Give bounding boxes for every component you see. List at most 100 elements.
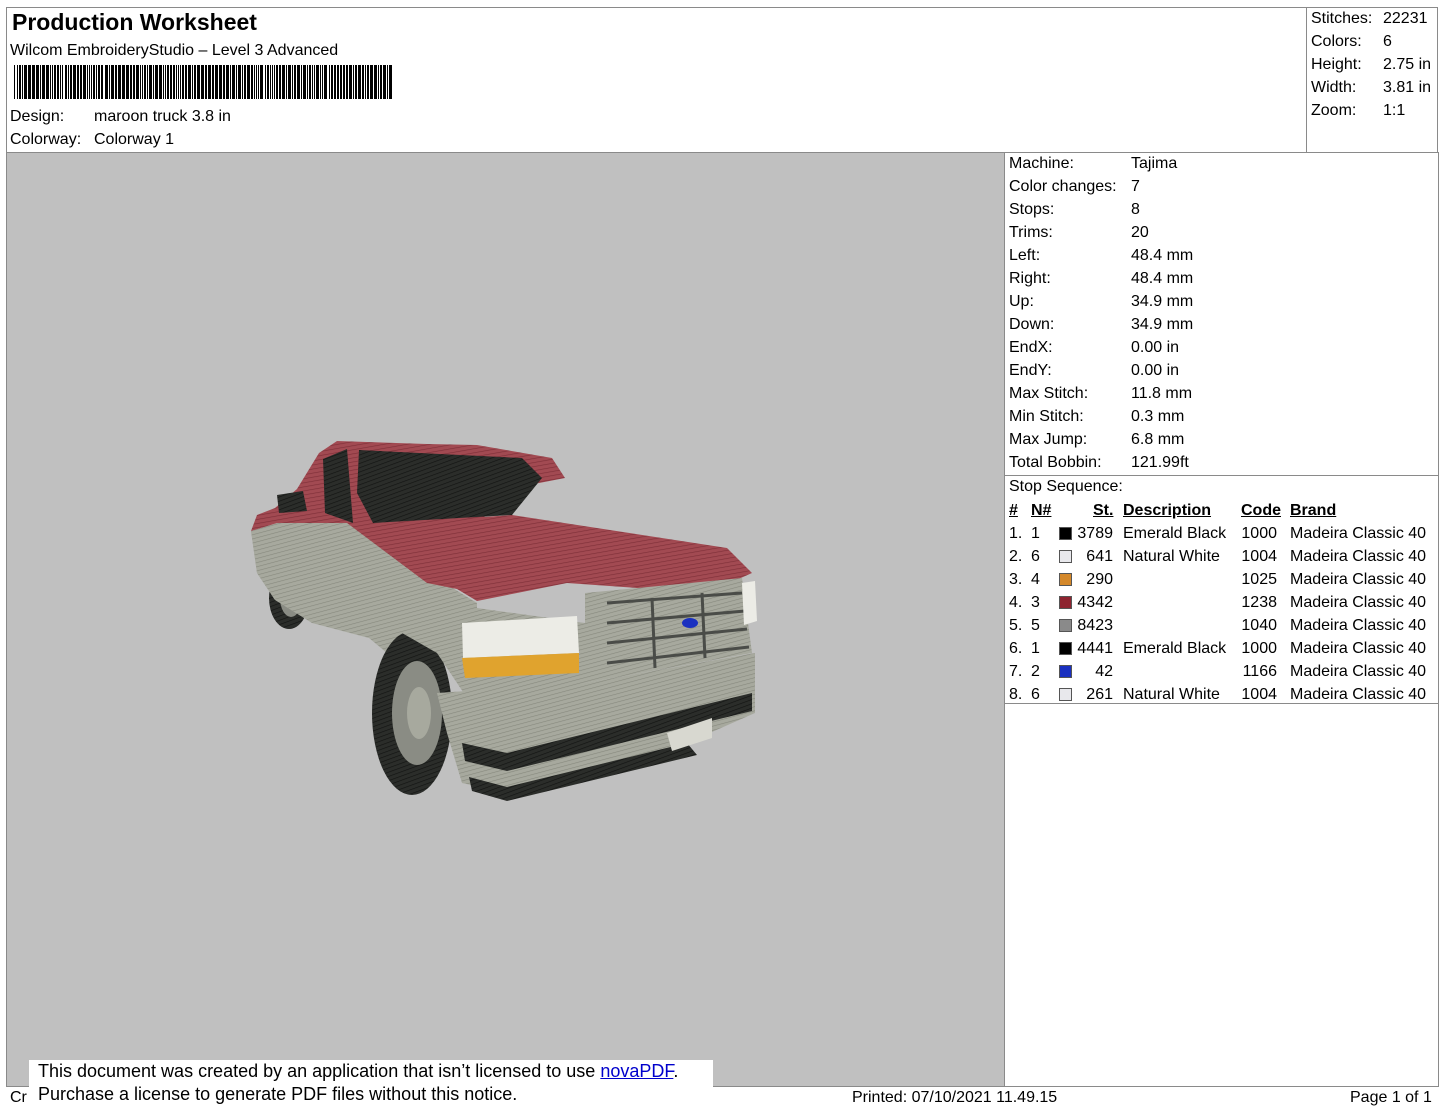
row-number: 3. — [1009, 571, 1023, 588]
col-header-brand: Brand — [1290, 502, 1337, 519]
design-preview-canvas — [6, 152, 1005, 1087]
color-changes-value: 7 — [1131, 178, 1140, 195]
notice-line-2: Purchase a license to generate PDF files… — [38, 1084, 518, 1104]
row-code: 1238 — [1241, 594, 1277, 611]
row-needle: 1 — [1031, 525, 1040, 542]
col-header-description: Description — [1123, 502, 1212, 519]
zoom-label: Zoom: — [1311, 102, 1357, 119]
row-code: 1000 — [1241, 640, 1277, 657]
thread-color-swatch — [1059, 550, 1072, 563]
row-needle: 6 — [1031, 548, 1040, 565]
row-needle: 6 — [1031, 686, 1040, 703]
row-code: 1004 — [1241, 548, 1277, 565]
endy-label: EndY: — [1009, 362, 1052, 379]
design-value: maroon truck 3.8 in — [94, 108, 231, 125]
table-bottom-divider — [1005, 703, 1438, 704]
thread-color-swatch — [1059, 573, 1072, 586]
info-panel: Machine: Tajima Color changes: 7 Stops: … — [1004, 152, 1439, 1087]
machine-label: Machine: — [1009, 155, 1074, 172]
up-label: Up: — [1009, 293, 1034, 310]
thread-color-swatch — [1059, 619, 1072, 632]
row-brand: Madeira Classic 40 — [1290, 571, 1427, 588]
thread-color-swatch — [1059, 642, 1072, 655]
row-code: 1166 — [1242, 663, 1277, 680]
row-stitches: 8423 — [1077, 617, 1113, 634]
row-stitches: 42 — [1095, 663, 1113, 680]
row-brand: Madeira Classic 40 — [1290, 548, 1427, 565]
info-divider — [1005, 475, 1438, 476]
down-value: 34.9 mm — [1131, 316, 1194, 333]
max-stitch-label: Max Stitch: — [1009, 385, 1089, 402]
row-stitches: 3789 — [1077, 525, 1113, 542]
design-label: Design: — [10, 108, 65, 125]
thread-color-swatch — [1059, 596, 1072, 609]
row-stitches: 641 — [1086, 548, 1113, 565]
endx-label: EndX: — [1009, 339, 1053, 356]
width-label: Width: — [1311, 79, 1357, 96]
row-brand: Madeira Classic 40 — [1290, 594, 1427, 611]
col-header-stitches: St. — [1093, 502, 1114, 519]
stop-sequence-title: Stop Sequence: — [1009, 478, 1123, 495]
row-number: 6. — [1009, 640, 1023, 657]
row-description: Emerald Black — [1123, 640, 1227, 657]
row-code: 1040 — [1241, 617, 1277, 634]
col-header-code: Code — [1241, 502, 1281, 519]
notice-text-1: This document was created by an applicat… — [38, 1061, 601, 1081]
row-description: Natural White — [1123, 548, 1220, 565]
worksheet-title: Production Worksheet — [12, 9, 257, 35]
barcode-image — [14, 65, 392, 99]
height-value: 2.75 in — [1383, 56, 1432, 73]
col-header-num: # — [1009, 502, 1018, 519]
footer-printed-date: Printed: 07/10/2021 11.49.15 — [852, 1089, 1058, 1106]
stops-value: 8 — [1131, 201, 1140, 218]
top-stats-box: Stitches: 22231 Colors: 6 Height: 2.75 i… — [1306, 7, 1438, 153]
row-brand: Madeira Classic 40 — [1290, 663, 1427, 680]
colorway-label: Colorway: — [10, 131, 82, 148]
row-stitches: 290 — [1086, 571, 1113, 588]
max-jump-label: Max Jump: — [1009, 431, 1088, 448]
truck-embroidery-image — [251, 441, 757, 801]
stops-label: Stops: — [1009, 201, 1055, 218]
endx-value: 0.00 in — [1131, 339, 1180, 356]
software-subtitle: Wilcom EmbroideryStudio – Level 3 Advanc… — [10, 42, 339, 59]
endy-value: 0.00 in — [1131, 362, 1180, 379]
colorway-value: Colorway 1 — [94, 131, 175, 148]
left-value: 48.4 mm — [1131, 247, 1194, 264]
row-brand: Madeira Classic 40 — [1290, 525, 1427, 542]
row-needle: 1 — [1031, 640, 1040, 657]
thread-color-swatch — [1059, 665, 1072, 678]
left-label: Left: — [1009, 247, 1041, 264]
height-label: Height: — [1311, 56, 1362, 73]
row-number: 7. — [1009, 663, 1023, 680]
max-stitch-value: 11.8 mm — [1131, 385, 1193, 402]
row-code: 1025 — [1241, 571, 1277, 588]
row-description: Emerald Black — [1123, 525, 1227, 542]
max-jump-value: 6.8 mm — [1131, 431, 1185, 448]
thread-color-swatch — [1059, 688, 1072, 701]
footer-created-text: Cr — [10, 1089, 27, 1106]
colors-label: Colors: — [1311, 33, 1362, 50]
row-stitches: 4441 — [1077, 640, 1113, 657]
stitches-label: Stitches: — [1311, 10, 1373, 27]
col-header-needle: N# — [1031, 502, 1052, 519]
zoom-value: 1:1 — [1383, 102, 1406, 119]
min-stitch-label: Min Stitch: — [1009, 408, 1084, 425]
thread-color-swatch — [1059, 527, 1072, 540]
trims-value: 20 — [1131, 224, 1149, 241]
total-bobbin-label: Total Bobbin: — [1009, 454, 1102, 471]
row-description: Natural White — [1123, 686, 1220, 703]
license-notice: This document was created by an applicat… — [29, 1060, 713, 1112]
down-label: Down: — [1009, 316, 1055, 333]
row-brand: Madeira Classic 40 — [1290, 640, 1427, 657]
trims-label: Trims: — [1009, 224, 1053, 241]
row-number: 4. — [1009, 594, 1023, 611]
row-number: 8. — [1009, 686, 1023, 703]
width-value: 3.81 in — [1383, 79, 1432, 96]
row-number: 1. — [1009, 525, 1023, 542]
row-code: 1004 — [1241, 686, 1277, 703]
color-changes-label: Color changes: — [1009, 178, 1117, 195]
notice-period: . — [673, 1061, 679, 1081]
row-number: 5. — [1009, 617, 1023, 634]
row-needle: 4 — [1031, 571, 1040, 588]
novapdf-link[interactable]: novaPDF — [600, 1061, 673, 1081]
